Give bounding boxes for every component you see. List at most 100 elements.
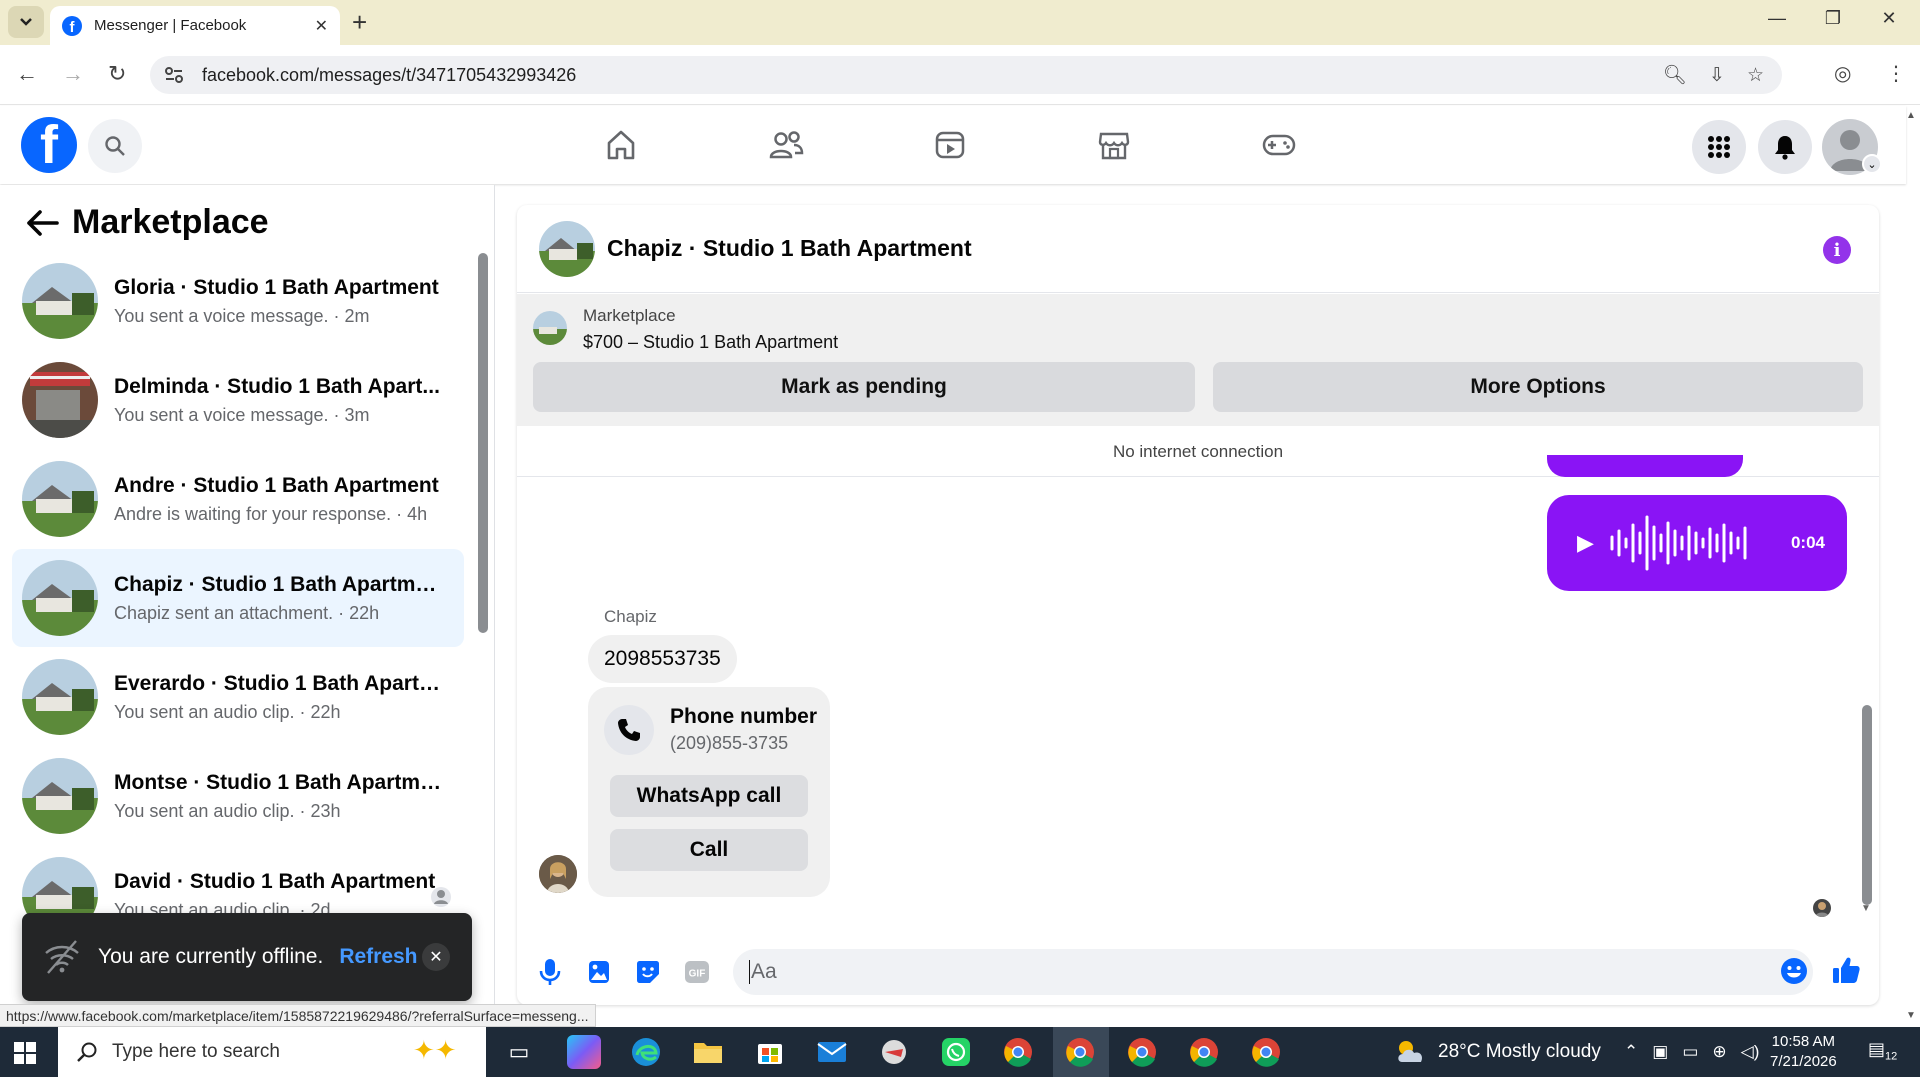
task-view-icon[interactable]: ▭ bbox=[502, 1035, 536, 1069]
windows-start-icon[interactable] bbox=[14, 1042, 36, 1064]
conversation-name: Chapiz · Studio 1 Bath Apartment bbox=[114, 572, 444, 596]
house-thumbnail bbox=[22, 659, 98, 735]
play-icon[interactable]: ▶ bbox=[1577, 530, 1594, 556]
zoom-icon[interactable]: 🔍︎ bbox=[1663, 63, 1687, 87]
page-scroll-up-icon[interactable]: ▲ bbox=[1906, 110, 1916, 121]
message-input[interactable]: Aa bbox=[733, 949, 1813, 995]
network-globe-icon[interactable]: ⊕ bbox=[1712, 1042, 1726, 1062]
page-scroll-down-icon[interactable]: ▼ bbox=[1906, 1010, 1916, 1021]
home-nav-icon[interactable] bbox=[601, 125, 641, 165]
voice-message-bubble[interactable]: ▶ 0:04 bbox=[1547, 495, 1847, 591]
facebook-header: f bbox=[0, 106, 1906, 184]
chat-avatar[interactable] bbox=[539, 220, 595, 277]
sender-name: Chapiz bbox=[604, 607, 657, 626]
seen-user-icon bbox=[431, 887, 451, 907]
conversation-item[interactable]: Delminda · Studio 1 Bath Apart... You sen… bbox=[12, 351, 464, 449]
tab-close-icon[interactable]: ✕ bbox=[315, 16, 328, 36]
conversation-item[interactable]: Montse · Studio 1 Bath Apartment You sent… bbox=[12, 747, 464, 845]
text-caret bbox=[749, 960, 750, 984]
new-tab-button[interactable]: + bbox=[352, 8, 367, 36]
show-hidden-icons-icon[interactable]: ⌃ bbox=[1624, 1042, 1638, 1062]
microsoft-store-icon[interactable] bbox=[753, 1035, 787, 1069]
chat-title[interactable]: Chapiz · Studio 1 Bath Apartment bbox=[607, 235, 972, 262]
photo-icon[interactable] bbox=[584, 957, 614, 987]
volume-icon[interactable]: ◁) bbox=[1741, 1042, 1760, 1062]
battery-icon[interactable]: ▭ bbox=[1682, 1042, 1698, 1062]
like-thumbs-up-icon[interactable] bbox=[1831, 955, 1861, 985]
listing-thumbnail[interactable] bbox=[533, 311, 567, 345]
chrome-profile-icon[interactable] bbox=[1187, 1035, 1221, 1069]
listing-price[interactable]: $700 – Studio 1 Bath Apartment bbox=[583, 332, 838, 353]
mail-icon[interactable] bbox=[815, 1035, 849, 1069]
conversation-item[interactable]: Andre · Studio 1 Bath Apartment Andre is … bbox=[12, 450, 464, 548]
browser-menu-icon[interactable]: ⋮ bbox=[1886, 61, 1906, 86]
weather-widget[interactable]: 28°C Mostly cloudy bbox=[1394, 1027, 1601, 1077]
conversation-item[interactable]: Gloria · Studio 1 Bath Apartment You sent… bbox=[12, 252, 464, 350]
copilot-icon[interactable] bbox=[567, 1035, 601, 1069]
conversation-list-scrollbar[interactable] bbox=[478, 253, 488, 633]
back-arrow-icon[interactable] bbox=[26, 209, 60, 237]
friends-nav-icon[interactable] bbox=[766, 125, 806, 165]
chat-scrollbar[interactable] bbox=[1862, 705, 1872, 905]
profile-icon[interactable]: ◎ bbox=[1834, 61, 1851, 86]
video-nav-icon[interactable] bbox=[930, 125, 970, 165]
facebook-logo-icon[interactable]: f bbox=[21, 117, 77, 173]
site-settings-icon[interactable] bbox=[164, 66, 184, 84]
url-text[interactable]: facebook.com/messages/t/3471705432993426 bbox=[202, 65, 576, 86]
marketplace-nav-icon[interactable] bbox=[1094, 125, 1134, 165]
emoji-icon[interactable] bbox=[1779, 956, 1809, 986]
chrome-profile-icon[interactable] bbox=[1063, 1035, 1097, 1069]
minimize-icon[interactable]: — bbox=[1754, 8, 1800, 29]
meet-now-icon[interactable]: ▣ bbox=[1652, 1042, 1668, 1062]
conversation-name: David · Studio 1 Bath Apartment bbox=[114, 869, 436, 893]
chat-header: Chapiz · Studio 1 Bath Apartment bbox=[517, 205, 1879, 293]
address-bar[interactable]: facebook.com/messages/t/3471705432993426… bbox=[150, 56, 1782, 94]
microphone-icon[interactable] bbox=[535, 957, 565, 987]
browser-tab[interactable]: f Messenger | Facebook ✕ bbox=[50, 6, 340, 45]
account-menu-chevron-icon[interactable]: ⌄ bbox=[1862, 154, 1882, 174]
close-toast-icon[interactable]: ✕ bbox=[422, 943, 450, 971]
notifications-button[interactable] bbox=[1758, 120, 1812, 174]
tab-search-button[interactable] bbox=[8, 6, 44, 38]
info-icon[interactable]: i bbox=[1823, 236, 1851, 264]
install-app-icon[interactable]: ⇩ bbox=[1709, 64, 1725, 87]
whatsapp-icon[interactable] bbox=[939, 1035, 973, 1069]
received-message-bubble[interactable]: 2098553735 bbox=[588, 635, 737, 683]
edge-icon[interactable] bbox=[629, 1035, 663, 1069]
conversation-item[interactable]: Everardo · Studio 1 Bath Apartm... You se… bbox=[12, 648, 464, 746]
menu-grid-button[interactable] bbox=[1692, 120, 1746, 174]
gif-icon[interactable]: GIF bbox=[682, 957, 712, 987]
mark-as-pending-button[interactable]: Mark as pending bbox=[533, 362, 1195, 412]
search-icon bbox=[105, 136, 125, 156]
chrome-profile-icon[interactable] bbox=[1125, 1035, 1159, 1069]
facebook-search-button[interactable] bbox=[88, 119, 142, 173]
back-arrow-icon[interactable]: ← bbox=[16, 61, 38, 87]
close-window-icon[interactable]: ✕ bbox=[1866, 8, 1912, 29]
more-options-button[interactable]: More Options bbox=[1213, 362, 1863, 412]
conversation-list-panel: Marketplace ▲ Gloria · Studio 1 Bath Apa… bbox=[0, 185, 495, 1027]
refresh-link[interactable]: Refresh bbox=[339, 945, 417, 969]
restore-icon[interactable]: ❐ bbox=[1810, 8, 1856, 29]
sender-avatar[interactable] bbox=[539, 855, 577, 893]
conversation-name: Gloria · Studio 1 Bath Apartment bbox=[114, 275, 439, 299]
conversation-item-active[interactable]: Chapiz · Studio 1 Bath Apartment Chapiz s… bbox=[12, 549, 464, 647]
sticker-icon[interactable] bbox=[633, 957, 663, 987]
cloudy-weather-icon bbox=[1398, 1041, 1423, 1062]
previous-message-bubble[interactable] bbox=[1547, 455, 1743, 477]
reload-icon[interactable]: ↻ bbox=[108, 61, 126, 87]
bookmark-star-icon[interactable]: ☆ bbox=[1747, 64, 1764, 87]
search-highlight-sparkle-icon[interactable]: ✦✦ bbox=[413, 1035, 457, 1066]
whatsapp-call-button[interactable]: WhatsApp call bbox=[610, 775, 808, 817]
notification-center-icon[interactable]: ▤12 bbox=[1868, 1039, 1897, 1063]
chrome-icon[interactable] bbox=[1001, 1035, 1035, 1069]
taskbar-search-box[interactable]: Type here to search ✦✦ bbox=[58, 1027, 486, 1077]
notification-count: 12 bbox=[1885, 1050, 1898, 1063]
app-icon[interactable] bbox=[877, 1035, 911, 1069]
gaming-nav-icon[interactable] bbox=[1259, 125, 1299, 165]
taskbar-clock[interactable]: 10:58 AM 7/21/2026 bbox=[1770, 1032, 1837, 1072]
forward-arrow-icon[interactable]: → bbox=[62, 61, 84, 87]
chrome-profile-icon[interactable] bbox=[1249, 1035, 1283, 1069]
file-explorer-icon[interactable] bbox=[691, 1035, 725, 1069]
call-button[interactable]: Call bbox=[610, 829, 808, 871]
conversation-preview: Andre is waiting for your response. · 4h bbox=[114, 503, 428, 524]
